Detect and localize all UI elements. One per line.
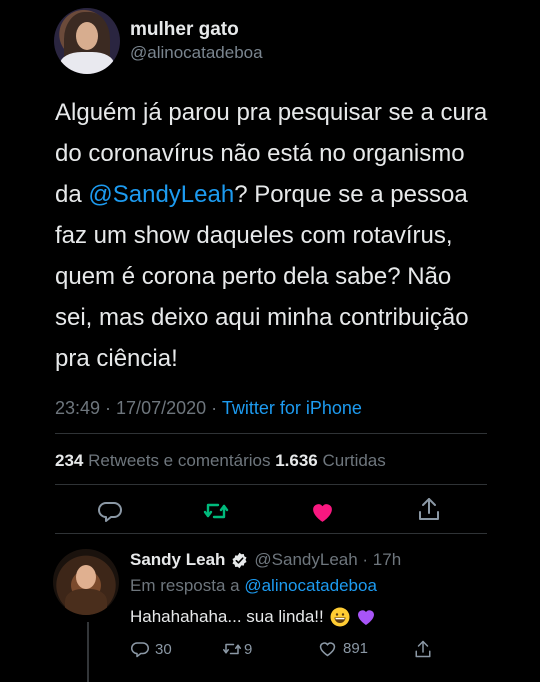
retweets-count[interactable]: 234	[55, 451, 83, 470]
reply-avatar[interactable]	[53, 549, 119, 615]
divider	[55, 433, 487, 434]
divider	[55, 533, 487, 534]
like-icon	[312, 503, 332, 522]
avatar-face	[76, 22, 98, 50]
tweet-meta: 23:49 · 17/07/2020 · Twitter for iPhone	[55, 398, 362, 419]
tweet-stats: 234 Retweets e comentários 1.636 Curtida…	[55, 451, 386, 471]
like-icon	[319, 642, 336, 657]
tweet-text-part2: ? Porque se a pessoa faz um show daquele…	[55, 181, 469, 372]
share-icon	[415, 640, 431, 658]
reply-text-row: Hahahahaha... sua linda!!	[130, 607, 376, 627]
verified-icon	[232, 552, 247, 568]
retweets-label[interactable]: Retweets e comentários	[83, 451, 275, 470]
reply-like-count: 891	[343, 640, 369, 657]
share-icon	[419, 498, 439, 520]
avatar-shirt	[60, 52, 114, 74]
reply-reply-button[interactable]: 30	[131, 640, 172, 658]
reply-handle-time[interactable]: @SandyLeah · 17h	[254, 550, 401, 570]
reply-to-link[interactable]: @alinocatadeboa	[244, 576, 377, 595]
share-button[interactable]	[416, 496, 442, 522]
reply-retweet-button[interactable]: 9	[222, 640, 252, 658]
tweet-timestamp[interactable]: 23:49 · 17/07/2020 ·	[55, 398, 222, 418]
reply-author-name[interactable]: Sandy Leah	[130, 550, 225, 570]
reply-icon	[131, 642, 149, 658]
likes-label[interactable]: Curtidas	[318, 451, 385, 470]
avatar-body	[65, 589, 107, 615]
avatar-face	[76, 565, 96, 589]
thread-line	[87, 622, 89, 682]
reply-share-button[interactable]	[414, 639, 432, 659]
reply-button[interactable]	[97, 498, 123, 524]
divider	[55, 484, 487, 485]
reply-reply-count: 30	[155, 640, 172, 658]
author-handle[interactable]: @alinocatadeboa	[130, 43, 263, 63]
like-button[interactable]	[309, 498, 335, 524]
tweet-text: Alguém já parou pra pesquisar se a cura …	[55, 92, 495, 379]
reply-like-button[interactable]: 891	[318, 640, 368, 657]
tweet-mention-link[interactable]: @SandyLeah	[88, 181, 234, 208]
retweet-button[interactable]	[203, 498, 229, 524]
reply-prefix: Em resposta a	[130, 576, 245, 595]
likes-count[interactable]: 1.636	[275, 451, 318, 470]
retweet-icon	[223, 643, 241, 655]
grinning-emoji-icon	[330, 607, 350, 627]
reply-header: Sandy Leah @SandyLeah · 17h	[130, 550, 401, 570]
purple-heart-icon	[357, 610, 374, 625]
reply-retweet-count: 9	[244, 640, 253, 658]
author-avatar[interactable]	[54, 8, 120, 74]
retweet-icon	[203, 503, 229, 519]
reply-text: Hahahahaha... sua linda!!	[130, 607, 324, 626]
author-name[interactable]: mulher gato	[130, 19, 239, 41]
reply-icon	[98, 502, 122, 522]
tweet-source-link[interactable]: Twitter for iPhone	[222, 398, 362, 418]
reply-context: Em resposta a @alinocatadeboa	[130, 576, 377, 596]
